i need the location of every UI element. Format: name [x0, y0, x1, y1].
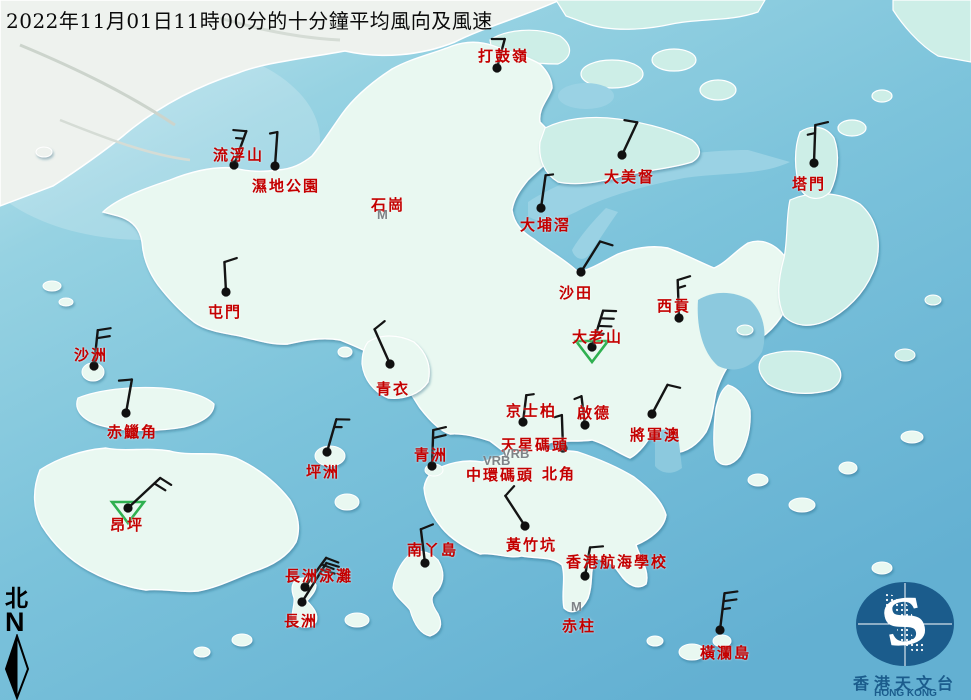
- station-label: 赤鱲角: [107, 421, 158, 442]
- station-label: 將軍澳: [630, 424, 681, 445]
- hko-logo-icon: S: [840, 578, 971, 670]
- station-label: 沙洲: [74, 344, 108, 365]
- station-label: 大埔滘: [520, 214, 571, 235]
- station-annotation-m: M: [377, 207, 388, 222]
- station-annotation-vrb: VRB: [483, 453, 510, 468]
- north-compass: 北 N: [2, 588, 42, 700]
- station-label: 北角: [542, 463, 576, 484]
- station-label: 流浮山: [213, 144, 264, 165]
- station-label: 大美督: [604, 166, 655, 187]
- station-label: 昂坪: [110, 514, 144, 535]
- station-label: 京士柏: [506, 400, 557, 421]
- sha-chau-islet: [82, 363, 104, 381]
- station-label: 沙田: [559, 282, 593, 303]
- station-label: 啟德: [577, 402, 611, 423]
- green-island: [425, 464, 443, 476]
- station-label: 塔門: [792, 173, 826, 194]
- station-label: 長洲泳灘: [285, 565, 353, 586]
- compass-north-letter: N: [5, 610, 42, 634]
- north-arrow-icon: [2, 634, 38, 700]
- hong-kong-map: [0, 0, 971, 700]
- station-label: 長洲: [284, 610, 318, 631]
- station-label: 打鼓嶺: [478, 45, 529, 66]
- hko-logo: S 香港天文台 HONG KONG OBSERVATORY: [840, 578, 971, 700]
- station-label: 屯門: [208, 301, 242, 322]
- wind-map-page: 打鼓嶺流浮山濕地公園石崗M大美督塔門大埔滘沙田西貢大老山屯門沙洲赤鱲角青衣坪洲青…: [0, 0, 971, 700]
- map-title: 2022年11月01日11時00分的十分鐘平均風向及風速: [6, 5, 493, 34]
- station-annotation-m: M: [571, 599, 582, 614]
- station-label: 赤柱: [562, 615, 596, 636]
- station-label: 青衣: [376, 378, 410, 399]
- station-label: 濕地公園: [252, 175, 320, 196]
- station-label: 黃竹坑: [506, 534, 557, 555]
- station-label: 橫瀾島: [700, 642, 751, 663]
- station-label: 香港航海學校: [566, 551, 668, 572]
- station-label: 坪洲: [306, 461, 340, 482]
- station-label: 大老山: [572, 326, 623, 347]
- hko-logo-english: HONG KONG OBSERVATORY: [840, 688, 971, 700]
- station-label: 青洲: [414, 444, 448, 465]
- station-label: 西貢: [657, 295, 691, 316]
- station-label: 南丫島: [407, 539, 458, 560]
